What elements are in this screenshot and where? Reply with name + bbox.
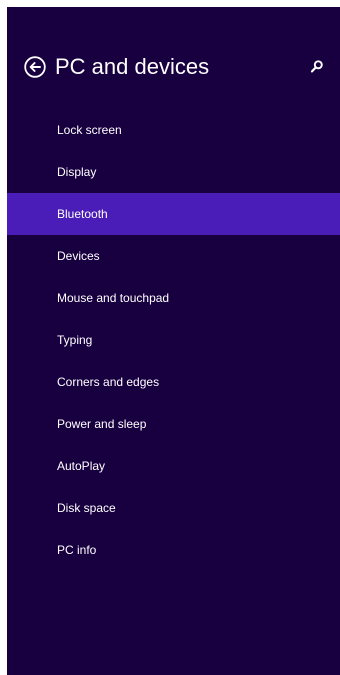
- nav-item-lock-screen[interactable]: Lock screen: [7, 109, 340, 151]
- search-icon: [310, 60, 323, 73]
- nav-item-disk-space[interactable]: Disk space: [7, 487, 340, 529]
- back-arrow-circle-icon: [24, 56, 46, 78]
- nav-item-bluetooth[interactable]: Bluetooth: [7, 193, 340, 235]
- search-button[interactable]: [310, 59, 324, 75]
- settings-panel: PC and devices Lock screen Display Bluet…: [7, 7, 340, 675]
- nav-item-typing[interactable]: Typing: [7, 319, 340, 361]
- back-button[interactable]: [24, 56, 46, 78]
- settings-nav-list: Lock screen Display Bluetooth Devices Mo…: [7, 109, 340, 571]
- page-title: PC and devices: [55, 54, 210, 79]
- nav-item-autoplay[interactable]: AutoPlay: [7, 445, 340, 487]
- nav-item-pc-info[interactable]: PC info: [7, 529, 340, 571]
- nav-item-power-and-sleep[interactable]: Power and sleep: [7, 403, 340, 445]
- panel-header: PC and devices: [7, 52, 340, 82]
- nav-item-mouse-and-touchpad[interactable]: Mouse and touchpad: [7, 277, 340, 319]
- nav-item-devices[interactable]: Devices: [7, 235, 340, 277]
- nav-item-corners-and-edges[interactable]: Corners and edges: [7, 361, 340, 403]
- nav-item-display[interactable]: Display: [7, 151, 340, 193]
